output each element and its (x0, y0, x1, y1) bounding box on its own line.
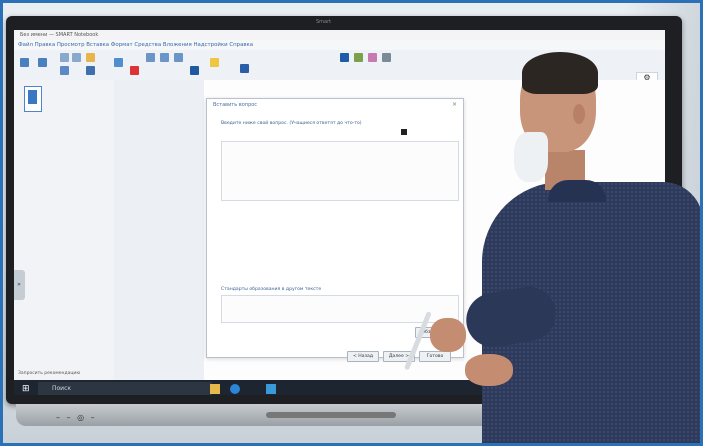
app-titlebar: Без имени — SMART Notebook (14, 30, 665, 40)
copy-icon[interactable] (174, 53, 183, 62)
shape-icon[interactable] (240, 64, 249, 73)
side-panel-toggle[interactable]: » (14, 270, 25, 300)
text-format-bar[interactable] (221, 129, 441, 137)
app-toolbar (14, 50, 665, 81)
windows-taskbar: ⊞ Поиск Запросить рекомендацию (14, 371, 665, 395)
fill-tool-icon[interactable] (382, 53, 391, 62)
close-icon[interactable]: × (452, 101, 457, 108)
edge-browser-icon[interactable] (230, 384, 240, 394)
save-icon[interactable] (86, 66, 95, 75)
forward-arrow-icon[interactable] (38, 58, 47, 67)
pen-tray (266, 412, 396, 418)
taskbar-search[interactable]: Поиск (38, 382, 212, 395)
page-sorter-panel: » (14, 80, 115, 380)
insert-question-dialog: Вставить вопрос × Введите ниже свой вопр… (206, 98, 464, 362)
notebook-app-icon[interactable] (266, 384, 276, 394)
redo-icon[interactable] (72, 53, 81, 62)
answer-label: Стандарты образования в другом тексте (221, 287, 322, 292)
dialog-title: Вставить вопрос (213, 102, 258, 108)
delete-icon[interactable] (130, 66, 139, 75)
eraser-tool-icon[interactable] (368, 53, 377, 62)
question-input[interactable] (221, 141, 459, 201)
question-prompt-label: Введите ниже свой вопрос. (Учащиеся отве… (221, 121, 362, 126)
open-folder-icon[interactable] (86, 53, 95, 62)
next-button[interactable]: Далее > (383, 351, 415, 362)
display-hardware-buttons[interactable]: – – ◎ – (56, 413, 97, 422)
pen-tool-icon[interactable] (354, 53, 363, 62)
table-icon[interactable] (146, 53, 155, 62)
lightbulb-icon[interactable] (210, 58, 219, 67)
screen-icon[interactable] (114, 58, 123, 67)
windows-start-icon[interactable]: ⊞ (22, 384, 32, 394)
undo-icon[interactable] (60, 53, 69, 62)
color-swatch-icon[interactable] (401, 129, 407, 135)
file-explorer-icon[interactable] (210, 384, 220, 394)
app-menubar[interactable]: Файл Правка Просмотр Вставка Формат Сред… (14, 40, 665, 50)
display-screen: Без имени — SMART Notebook Файл Правка П… (14, 30, 665, 395)
back-button[interactable]: < Назад (347, 351, 379, 362)
pages-icon[interactable] (160, 53, 169, 62)
back-arrow-icon[interactable] (20, 58, 29, 67)
select-tool-icon[interactable] (340, 53, 349, 62)
status-text: Запросить рекомендацию (18, 371, 81, 376)
answer-input[interactable] (221, 295, 459, 323)
photo-background: Smart Без имени — SMART Notebook Файл Пр… (0, 0, 703, 446)
display-bottom-bar: – – ◎ – (16, 404, 676, 426)
thumbnail-graphic (28, 90, 37, 104)
page-thumbnail[interactable] (24, 86, 42, 112)
media-icon[interactable] (190, 66, 199, 75)
new-page-icon[interactable] (60, 66, 69, 75)
canvas-gutter (114, 80, 204, 380)
interactive-display: Smart Без имени — SMART Notebook Файл Пр… (6, 16, 682, 404)
display-brand: Smart (316, 19, 332, 25)
finish-button[interactable]: Готово (419, 351, 451, 362)
browse-button[interactable]: Обзор... (415, 327, 447, 338)
